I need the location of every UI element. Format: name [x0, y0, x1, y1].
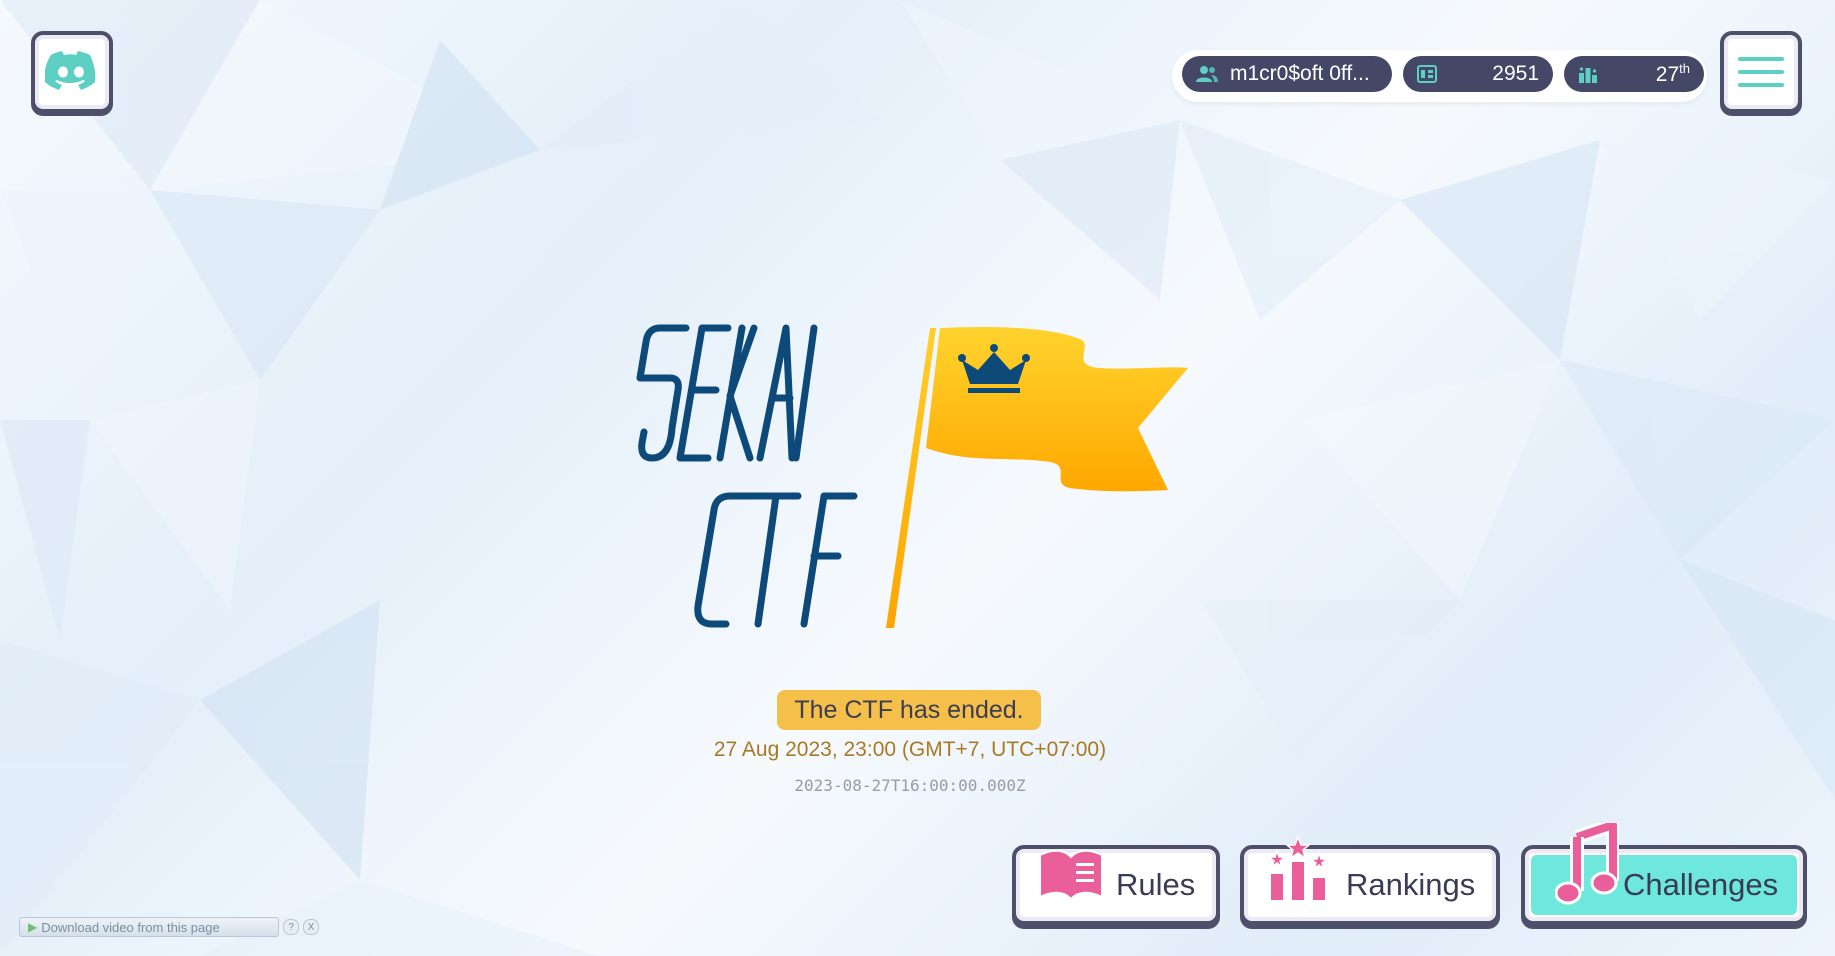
end-date-local: 27 Aug 2023, 23:00 (GMT+7, UTC+07:00) — [713, 738, 1107, 761]
rank-icon — [1579, 67, 1597, 83]
download-video-button[interactable]: ▶ Download video from this page — [19, 917, 280, 937]
rank-pill: 27th — [1564, 56, 1704, 92]
team-icon — [1196, 66, 1218, 82]
play-icon: ▶ — [28, 920, 38, 934]
team-name: m1cr0$oft 0ff... — [1230, 62, 1370, 85]
ctf-ended-badge: The CTF has ended. — [777, 690, 1041, 730]
rankings-button[interactable]: Rankings — [1240, 837, 1500, 925]
sekai-ctf-logo — [636, 324, 1188, 628]
challenges-label: Challenges — [1623, 867, 1779, 902]
help-button[interactable]: ? — [283, 919, 300, 935]
rules-label: Rules — [1116, 867, 1196, 902]
score-value: 2951 — [1492, 62, 1539, 85]
music-note-icon — [1555, 823, 1619, 905]
close-label: X — [307, 921, 315, 933]
book-icon — [1039, 849, 1103, 901]
discord-icon — [45, 51, 96, 90]
discord-button[interactable] — [31, 31, 113, 113]
close-extension-button[interactable]: X — [303, 919, 319, 935]
team-status-bar: m1cr0$oft 0ff... 2951 27th — [1172, 50, 1707, 102]
score-pill: 2951 — [1403, 56, 1553, 92]
hamburger-menu-icon — [1738, 57, 1784, 87]
end-date-iso: 2023-08-27T16:00:00.000Z — [794, 776, 1026, 795]
menu-button[interactable] — [1720, 31, 1802, 113]
help-label: ? — [288, 921, 294, 933]
rankings-label: Rankings — [1346, 867, 1476, 902]
podium-icon — [1266, 837, 1330, 902]
challenges-button[interactable]: Challenges — [1521, 823, 1807, 925]
rank-value: 27th — [1655, 61, 1690, 86]
team-pill[interactable]: m1cr0$oft 0ff... — [1182, 56, 1392, 92]
rules-button[interactable]: Rules — [1012, 845, 1220, 925]
video-download-bar: ▶ Download video from this page ? X — [19, 915, 319, 939]
download-video-label: Download video from this page — [41, 919, 220, 935]
score-icon — [1417, 65, 1437, 83]
